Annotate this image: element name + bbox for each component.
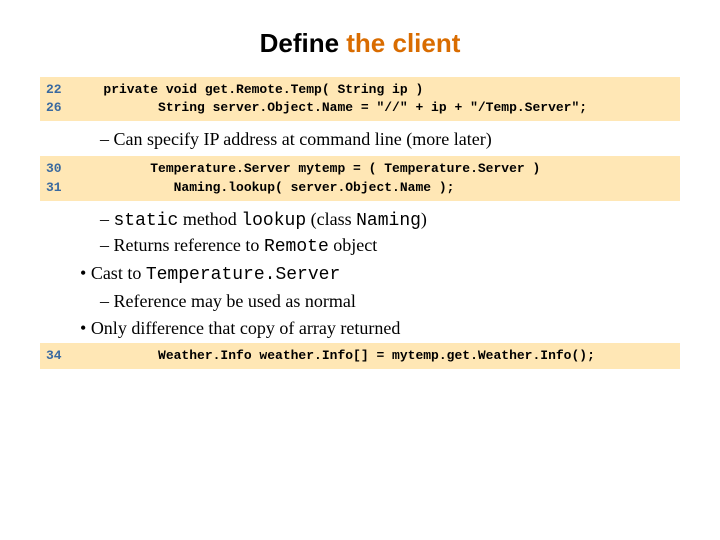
line-number: 30 bbox=[46, 160, 80, 178]
code-line: 26 String server.Object.Name = "//" + ip… bbox=[46, 99, 674, 117]
line-number: 34 bbox=[46, 347, 80, 365]
subbullet-array-copy: Only difference that copy of array retur… bbox=[80, 318, 680, 339]
code-block-2: 30 Temperature.Server mytemp = ( Tempera… bbox=[40, 156, 680, 200]
subbullet-cast: Cast to Temperature.Server bbox=[80, 263, 680, 285]
code-block-3: 34 Weather.Info weather.Info[] = mytemp.… bbox=[40, 343, 680, 369]
code-line: 30 Temperature.Server mytemp = ( Tempera… bbox=[46, 160, 674, 178]
code-text: Weather.Info weather.Info[] = mytemp.get… bbox=[80, 348, 595, 363]
code-text: Temperature.Server mytemp = ( Temperatur… bbox=[80, 161, 540, 176]
bullet-ip-address: Can specify IP address at command line (… bbox=[100, 129, 680, 150]
bullet-returns-remote: Returns reference to Remote object bbox=[100, 235, 680, 257]
bullet-static-lookup: static method lookup (class Naming) bbox=[100, 209, 680, 231]
line-number: 31 bbox=[46, 179, 80, 197]
slide-title: Define the client bbox=[40, 28, 680, 59]
code-text: private void get.Remote.Temp( String ip … bbox=[80, 82, 423, 97]
line-number: 22 bbox=[46, 81, 80, 99]
title-black: Define bbox=[260, 28, 347, 58]
bullet-reference-normal: Reference may be used as normal bbox=[100, 291, 680, 312]
title-orange: the client bbox=[346, 28, 460, 58]
code-text: Naming.lookup( server.Object.Name ); bbox=[80, 180, 454, 195]
code-block-1: 22 private void get.Remote.Temp( String … bbox=[40, 77, 680, 121]
code-text: String server.Object.Name = "//" + ip + … bbox=[80, 100, 587, 115]
code-line: 22 private void get.Remote.Temp( String … bbox=[46, 81, 674, 99]
line-number: 26 bbox=[46, 99, 80, 117]
code-line: 34 Weather.Info weather.Info[] = mytemp.… bbox=[46, 347, 674, 365]
code-line: 31 Naming.lookup( server.Object.Name ); bbox=[46, 179, 674, 197]
